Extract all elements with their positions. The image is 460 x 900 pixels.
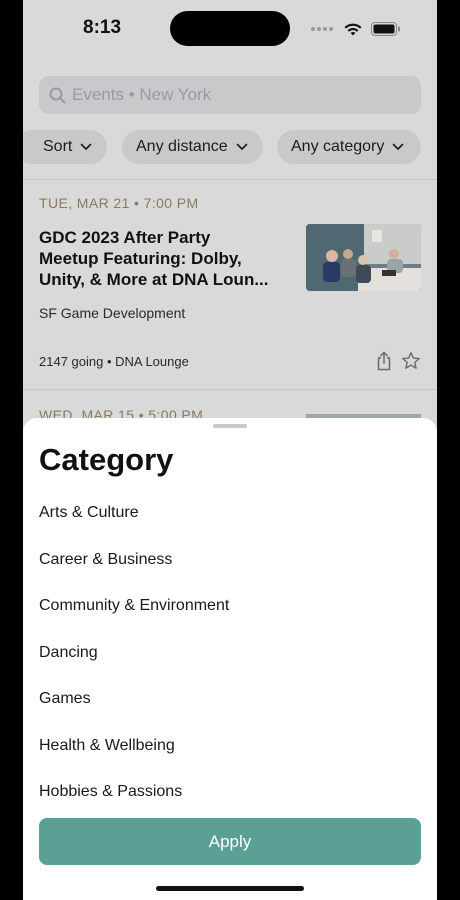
dynamic-island — [170, 11, 290, 46]
distance-filter-button[interactable]: Any distance — [122, 130, 263, 164]
category-option[interactable]: Dancing — [39, 644, 98, 662]
search-placeholder: Events • New York — [72, 85, 212, 104]
phone-screen: 8:13 Events • New York Sort Any distance… — [23, 0, 437, 900]
sheet-title: Category — [39, 442, 174, 477]
category-option[interactable]: Health & Wellbeing — [39, 737, 175, 755]
category-label: Any category — [291, 138, 385, 155]
event-group-name: SF Game Development — [39, 305, 186, 321]
event-date: TUE, MAR 21 • 7:00 PM — [39, 195, 199, 211]
event-title: GDC 2023 After Party Meetup Featuring: D… — [39, 227, 289, 290]
category-filter-button[interactable]: Any category — [277, 130, 421, 164]
event-title-line: Unity, & More at DNA Loun... — [39, 270, 269, 289]
status-time: 8:13 — [83, 17, 122, 38]
event-meta: 2147 going • DNA Lounge — [39, 354, 189, 369]
category-sheet: Category Arts & Culture Career & Busines… — [23, 418, 437, 900]
search-input[interactable]: Events • New York — [39, 76, 421, 114]
category-option[interactable]: Arts & Culture — [39, 504, 139, 522]
sheet-grabber[interactable] — [213, 424, 247, 428]
category-option[interactable]: Community & Environment — [39, 597, 229, 615]
category-option[interactable]: Hobbies & Passions — [39, 783, 182, 801]
star-icon[interactable] — [401, 351, 421, 371]
search-icon — [49, 87, 66, 103]
chevron-down-icon — [393, 143, 404, 150]
divider — [23, 179, 437, 180]
share-icon[interactable] — [375, 351, 393, 371]
home-indicator — [156, 886, 304, 891]
divider — [23, 389, 437, 390]
status-icons — [311, 20, 401, 38]
category-option[interactable]: Games — [39, 690, 91, 708]
signal-icon — [311, 20, 335, 38]
filter-chips: Sort Any distance Any category — [23, 130, 437, 164]
event-title-line: GDC 2023 After Party — [39, 228, 211, 247]
wifi-icon — [344, 23, 362, 35]
chevron-down-icon — [236, 143, 247, 150]
sort-button[interactable]: Sort — [23, 130, 107, 164]
event-image — [306, 224, 421, 291]
distance-label: Any distance — [136, 138, 228, 155]
sort-label: Sort — [43, 138, 73, 155]
category-option[interactable]: Career & Business — [39, 551, 172, 569]
event-title-line: Meetup Featuring: Dolby, — [39, 249, 242, 268]
apply-button[interactable]: Apply — [39, 818, 421, 865]
battery-icon — [371, 22, 400, 36]
chevron-down-icon — [81, 143, 92, 150]
